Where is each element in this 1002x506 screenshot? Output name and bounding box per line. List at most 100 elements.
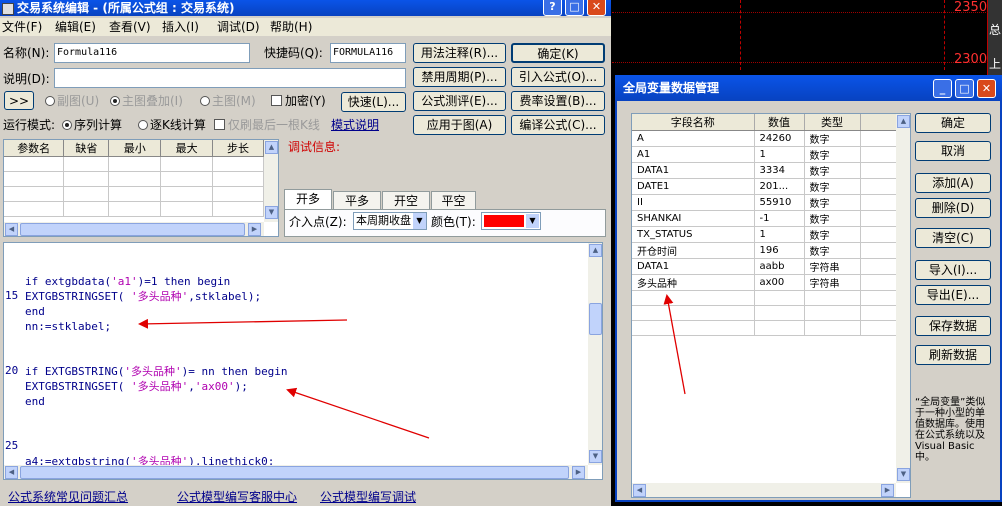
scroll-thumb[interactable] bbox=[20, 466, 569, 479]
chevron-down-icon[interactable]: ▼ bbox=[526, 214, 539, 228]
globals-cancel-button[interactable]: 取消 bbox=[915, 141, 991, 161]
price-label: 2300 bbox=[954, 52, 988, 67]
globals-list[interactable]: 字段名称 数值 类型 A 24260 数字 A1 1 数字 DATA1 3334 数字 DATE1… bbox=[631, 113, 911, 498]
expand-button[interactable]: >> bbox=[4, 91, 34, 110]
editor-titlebar[interactable]: 交易系统编辑 - (所属公式组 : 交易系统) bbox=[0, 0, 611, 16]
menu-file[interactable]: 文件(F) bbox=[2, 19, 42, 35]
globals-ok-button[interactable]: 确定 bbox=[915, 113, 991, 133]
mode-help-link[interactable]: 模式说明 bbox=[331, 117, 379, 133]
annotation-arrow bbox=[138, 318, 348, 329]
mainchart-radio[interactable]: 主图(M) bbox=[200, 93, 256, 109]
apply-to-chart-button[interactable]: 应用于图(A) bbox=[413, 115, 506, 135]
minimize-button[interactable]: _ bbox=[933, 79, 952, 98]
scroll-down-icon[interactable]: ▼ bbox=[897, 468, 910, 481]
scroll-right-icon[interactable]: ▶ bbox=[881, 484, 894, 497]
annotation-arrows bbox=[663, 294, 686, 395]
menu-edit[interactable]: 编辑(E) bbox=[55, 19, 96, 35]
side-panel: 总 上 bbox=[988, 0, 1002, 75]
globals-add-button[interactable]: 添加(A) bbox=[915, 173, 991, 193]
entry-label: 介入点(Z): bbox=[289, 215, 347, 229]
run-last-checkbox[interactable]: 仅刷最后一根K线 bbox=[214, 117, 320, 133]
code-vscrollbar[interactable]: ▲ ▼ bbox=[588, 243, 602, 465]
code-hscrollbar[interactable]: ◀ ▶ bbox=[4, 465, 588, 479]
menu-help[interactable]: 帮助(H) bbox=[270, 19, 312, 35]
run-kline-label: 逐K线计算 bbox=[150, 118, 206, 132]
run-kline-radio[interactable]: 逐K线计算 bbox=[138, 117, 206, 133]
scroll-down-icon[interactable]: ▼ bbox=[589, 450, 602, 463]
scroll-up-icon[interactable]: ▲ bbox=[265, 141, 278, 154]
compile-formula-button[interactable]: 编译公式(C)... bbox=[511, 115, 605, 135]
checkbox-icon bbox=[271, 95, 282, 106]
app-icon bbox=[2, 2, 14, 15]
param-row[interactable] bbox=[4, 156, 264, 172]
menu-insert[interactable]: 插入(I) bbox=[162, 19, 199, 35]
name-input[interactable]: Formula116 bbox=[54, 43, 250, 63]
param-row[interactable] bbox=[4, 201, 264, 217]
close-button[interactable]: ✕ bbox=[977, 79, 996, 98]
quick-button[interactable]: 快速(L)... bbox=[341, 92, 406, 112]
color-select[interactable]: ▼ bbox=[481, 212, 541, 230]
formula-test-button[interactable]: 公式测评(E)... bbox=[413, 91, 506, 111]
scroll-thumb[interactable] bbox=[20, 223, 245, 236]
scroll-right-icon[interactable]: ▶ bbox=[248, 223, 261, 236]
run-seq-radio[interactable]: 序列计算 bbox=[62, 117, 122, 133]
param-row[interactable] bbox=[4, 186, 264, 202]
overlay-radio[interactable]: 主图叠加(I) bbox=[110, 93, 183, 109]
shortcut-input[interactable]: FORMULA116 bbox=[330, 43, 406, 63]
checkbox-icon bbox=[214, 119, 225, 130]
param-hscrollbar[interactable]: ◀ ▶ bbox=[4, 222, 264, 236]
scroll-left-icon[interactable]: ◀ bbox=[5, 466, 18, 479]
scroll-left-icon[interactable]: ◀ bbox=[5, 223, 18, 236]
radio-icon bbox=[45, 95, 55, 106]
globals-export-button[interactable]: 导出(E)... bbox=[915, 285, 991, 305]
maximize-button[interactable]: □ bbox=[955, 79, 974, 98]
globals-refresh-button[interactable]: 刷新数据 bbox=[915, 345, 991, 365]
tab-panel: 介入点(Z): 本周期收盘 ▼ 颜色(T): ▼ bbox=[284, 209, 606, 237]
subchart-label: 副图(U) bbox=[57, 94, 100, 108]
globals-import-button[interactable]: 导入(I)... bbox=[915, 260, 991, 280]
subchart-radio[interactable]: 副图(U) bbox=[45, 93, 99, 109]
ok-button[interactable]: 确定(K) bbox=[511, 43, 605, 63]
tab-close-short[interactable]: 平空 bbox=[431, 191, 476, 209]
param-table: 参数名 缺省 最小 最大 步长 bbox=[4, 140, 264, 217]
footer-link-debug[interactable]: 公式模型编写调试 bbox=[320, 489, 416, 505]
close-button[interactable]: ✕ bbox=[587, 0, 606, 16]
scroll-down-icon[interactable]: ▼ bbox=[265, 206, 278, 219]
menu-debug[interactable]: 调试(D) bbox=[217, 19, 260, 35]
chevron-down-icon[interactable]: ▼ bbox=[413, 213, 426, 229]
param-row[interactable] bbox=[4, 171, 264, 187]
footer-link-support[interactable]: 公式模型编写客服中心 bbox=[177, 489, 297, 505]
scroll-up-icon[interactable]: ▲ bbox=[589, 244, 602, 257]
tab-close-long[interactable]: 平多 bbox=[333, 191, 381, 209]
globals-save-button[interactable]: 保存数据 bbox=[915, 316, 991, 336]
debug-label: 调试信息: bbox=[288, 140, 341, 154]
param-vscrollbar[interactable]: ▲ ▼ bbox=[264, 140, 278, 222]
disable-period-button[interactable]: 禁用周期(P)... bbox=[413, 67, 506, 87]
tab-open-short[interactable]: 开空 bbox=[382, 191, 430, 209]
footer-link-faq[interactable]: 公式系统常见问题汇总 bbox=[8, 489, 128, 505]
usage-notes-button[interactable]: 用法注释(R)... bbox=[413, 43, 506, 63]
scroll-right-icon[interactable]: ▶ bbox=[572, 466, 585, 479]
maximize-button[interactable]: □ bbox=[565, 0, 584, 16]
globals-window: 全局变量数据管理 _ □ ✕ 字段名称 数值 类型 A 24260 数字 A1 1 数字 D… bbox=[615, 75, 1002, 502]
code-editor[interactable]: if extgbdata('a1')=1 then begin 15 EXTGBST… bbox=[3, 242, 603, 480]
globals-clear-button[interactable]: 清空(C) bbox=[915, 228, 991, 248]
import-formula-button[interactable]: 引入公式(O)... bbox=[511, 67, 605, 87]
radio-icon bbox=[138, 119, 148, 130]
scroll-thumb[interactable] bbox=[589, 303, 602, 335]
globals-hscrollbar[interactable]: ◀ ▶ bbox=[632, 483, 896, 497]
help-button[interactable]: ? bbox=[543, 0, 562, 16]
annotation-arrow bbox=[663, 294, 686, 395]
fee-settings-button[interactable]: 费率设置(B)... bbox=[511, 91, 605, 111]
encrypt-checkbox[interactable]: 加密(Y) bbox=[271, 93, 326, 109]
annotation-arrow bbox=[286, 387, 430, 439]
scroll-up-icon[interactable]: ▲ bbox=[897, 115, 910, 128]
side-glyph: 上 bbox=[988, 57, 1001, 71]
tab-open-long[interactable]: 开多 bbox=[284, 189, 332, 210]
editor-window: 交易系统编辑 - (所属公式组 : 交易系统) ? □ ✕ 文件(F) 编辑(E… bbox=[0, 0, 611, 506]
globals-delete-button[interactable]: 删除(D) bbox=[915, 198, 991, 218]
globals-vscrollbar[interactable]: ▲ ▼ bbox=[896, 114, 910, 483]
menu-view[interactable]: 查看(V) bbox=[109, 19, 151, 35]
description-input[interactable] bbox=[54, 68, 406, 88]
scroll-left-icon[interactable]: ◀ bbox=[633, 484, 646, 497]
